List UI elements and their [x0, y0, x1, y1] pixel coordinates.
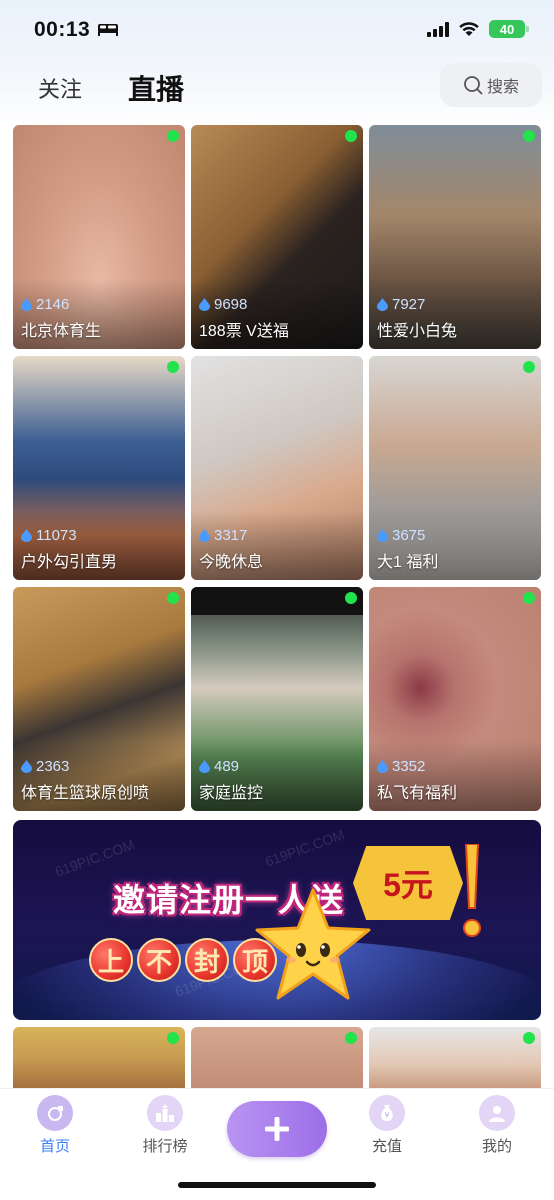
live-status-dot [345, 130, 357, 142]
exclamation-icon [463, 844, 481, 937]
live-room-card[interactable] [369, 1027, 541, 1089]
live-status-dot [523, 130, 535, 142]
signal-icon [427, 22, 449, 37]
live-room-card[interactable]: 9698 188票 V送福 [191, 125, 363, 349]
money-bag-icon: ¥ [369, 1095, 405, 1131]
viewer-count: 3675 [377, 527, 425, 544]
reward-amount: 5元 [383, 867, 433, 903]
wifi-icon [459, 22, 479, 36]
room-title: 性爱小白兔 [377, 323, 458, 340]
flame-icon [199, 760, 210, 773]
watermark: 619PIC.COM [262, 826, 347, 870]
search-icon [464, 76, 483, 95]
invite-promo-banner[interactable]: 619PIC.COM 619PIC.COM 619PIC.COM 邀请注册一人送… [13, 820, 541, 1020]
viewer-count-value: 2146 [36, 296, 70, 313]
battery-indicator: 40 [489, 20, 529, 38]
viewer-count-value: 3317 [214, 527, 248, 544]
live-room-card[interactable]: 489 家庭监控 [191, 587, 363, 811]
flame-icon [377, 760, 388, 773]
room-title: 家庭监控 [199, 785, 264, 802]
nav-home[interactable]: 首页 [15, 1095, 95, 1156]
flame-icon [199, 298, 210, 311]
live-status-dot [523, 592, 535, 604]
slogan-char: 不 [137, 938, 181, 982]
live-room-card[interactable]: 2146 北京体育生 [13, 125, 185, 349]
top-header: 关注 直播 搜索 [0, 56, 554, 116]
viewer-count: 2146 [21, 296, 69, 313]
nav-profile-label: 我的 [481, 1138, 512, 1155]
tab-follow[interactable]: 关注 [38, 72, 82, 104]
viewer-count-value: 3352 [392, 758, 426, 775]
svg-text:¥: ¥ [384, 1111, 389, 1120]
user-icon [479, 1095, 515, 1131]
nav-recharge-label: 充值 [371, 1138, 402, 1155]
home-indicator [178, 1182, 376, 1188]
flame-icon [21, 529, 32, 542]
podium-icon [147, 1095, 183, 1131]
nav-recharge[interactable]: ¥ 充值 [347, 1095, 427, 1156]
room-title: 今晚休息 [199, 554, 264, 571]
flame-icon [377, 529, 388, 542]
bed-icon [98, 24, 118, 36]
live-status-dot [167, 1032, 179, 1044]
status-time: 00:13 [34, 18, 91, 41]
flame-icon [199, 529, 210, 542]
room-title: 北京体育生 [21, 323, 102, 340]
viewer-count-value: 3675 [392, 527, 426, 544]
live-room-card[interactable]: 3317 今晚休息 [191, 356, 363, 580]
status-bar: 00:13 40 [0, 0, 554, 56]
live-room-card[interactable]: 3352 私飞有福利 [369, 587, 541, 811]
viewer-count: 3352 [377, 758, 425, 775]
live-status-dot [167, 361, 179, 373]
flame-icon [21, 760, 32, 773]
live-status-dot [167, 130, 179, 142]
room-title: 体育生篮球原创喷 [21, 785, 150, 802]
search-button[interactable]: 搜索 [440, 63, 542, 107]
viewer-count-value: 2363 [36, 758, 70, 775]
slogan-char: 上 [89, 938, 133, 982]
viewer-count-value: 489 [214, 758, 240, 775]
viewer-count: 11073 [21, 527, 77, 544]
live-status-dot [345, 592, 357, 604]
nav-profile[interactable]: 我的 [457, 1095, 537, 1156]
room-title: 188票 V送福 [199, 323, 289, 340]
slogan-bubbles: 上 不 封 顶 [89, 938, 277, 982]
tab-live[interactable]: 直播 [128, 68, 184, 108]
video-frame-bar [191, 587, 363, 615]
nav-home-label: 首页 [39, 1138, 70, 1155]
live-room-card[interactable] [191, 1027, 363, 1089]
live-room-card[interactable]: 11073 户外勾引直男 [13, 356, 185, 580]
viewer-count: 489 [199, 758, 239, 775]
star-mascot-icon [255, 888, 371, 1000]
viewer-count-value: 11073 [36, 527, 77, 544]
live-room-card[interactable]: 2363 体育生篮球原创喷 [13, 587, 185, 811]
plus-icon [265, 1117, 289, 1141]
live-room-card[interactable]: 3675 大1 福利 [369, 356, 541, 580]
slogan-char: 封 [185, 938, 229, 982]
viewer-count: 7927 [377, 296, 425, 313]
viewer-count: 2363 [21, 758, 69, 775]
viewer-count: 3317 [199, 527, 247, 544]
live-status-dot [167, 592, 179, 604]
watermark: 619PIC.COM [52, 836, 137, 880]
search-label: 搜索 [486, 79, 519, 96]
viewer-count-value: 9698 [214, 296, 248, 313]
viewer-count: 9698 [199, 296, 247, 313]
live-status-dot [523, 1032, 535, 1044]
room-title: 户外勾引直男 [21, 554, 118, 571]
room-title: 私飞有福利 [377, 785, 458, 802]
live-status-dot [345, 1032, 357, 1044]
home-icon [37, 1095, 73, 1131]
live-status-dot [523, 361, 535, 373]
room-title: 大1 福利 [377, 554, 439, 571]
nav-leaderboard[interactable]: 排行榜 [125, 1095, 205, 1156]
flame-icon [377, 298, 388, 311]
nav-leaderboard-label: 排行榜 [142, 1138, 188, 1155]
live-room-card[interactable] [13, 1027, 185, 1089]
viewer-count-value: 7927 [392, 296, 426, 313]
add-button[interactable] [227, 1101, 327, 1157]
flame-icon [21, 298, 32, 311]
live-room-card[interactable]: 7927 性爱小白兔 [369, 125, 541, 349]
